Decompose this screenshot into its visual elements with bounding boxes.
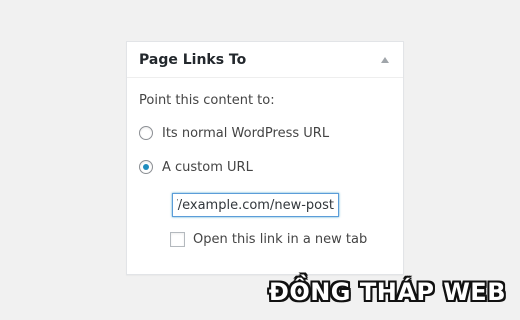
radio-button[interactable] — [139, 126, 153, 140]
radio-label: A custom URL — [162, 159, 253, 175]
metabox-title: Page Links To — [139, 52, 247, 68]
custom-url-input[interactable] — [172, 193, 339, 217]
triangle-up-icon[interactable] — [381, 57, 389, 63]
radio-normal-url[interactable]: Its normal WordPress URL — [139, 124, 329, 142]
radio-label: Its normal WordPress URL — [162, 125, 330, 141]
page-links-to-metabox: Page Links To Point this content to: Its… — [126, 41, 404, 275]
watermark-logo: ĐỒNG THÁP WEB — [268, 278, 506, 306]
radio-custom-url[interactable]: A custom URL — [139, 158, 253, 176]
new-tab-checkbox[interactable] — [170, 232, 185, 247]
radio-button-selected[interactable] — [139, 160, 153, 174]
new-tab-option[interactable]: Open this link in a new tab — [170, 232, 367, 247]
new-tab-label: Open this link in a new tab — [193, 232, 368, 247]
prompt-label: Point this content to: — [139, 93, 275, 108]
metabox-header[interactable]: Page Links To — [127, 42, 403, 78]
